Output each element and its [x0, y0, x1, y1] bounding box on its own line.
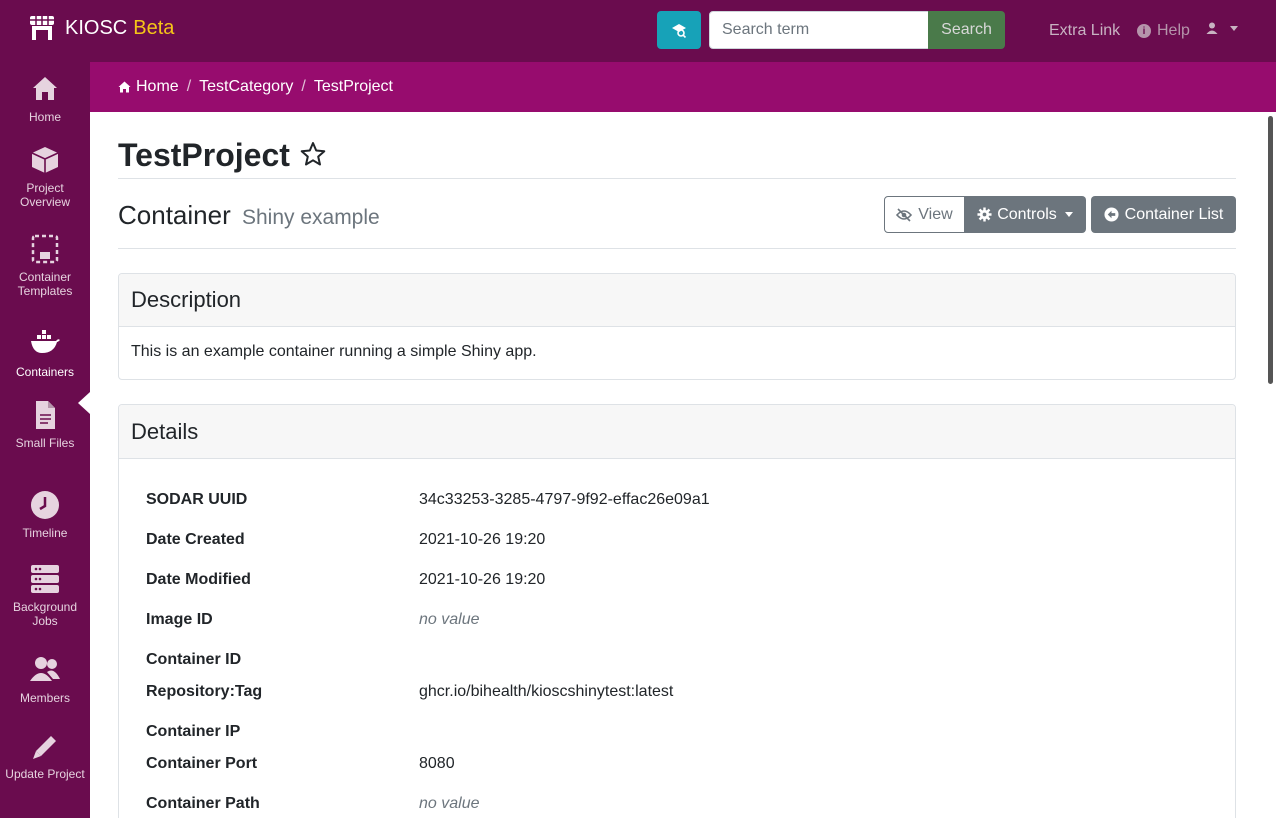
controls-dropdown-button[interactable]: Controls [964, 196, 1086, 233]
details-card: Details [118, 404, 1236, 818]
sidebar-item-update-project[interactable]: Update Project [0, 731, 90, 781]
pencil-icon [33, 736, 56, 759]
store-logo-icon [30, 16, 54, 40]
description-card-body: This is an example container running a s… [119, 327, 1235, 361]
detail-value-image-id: no value [419, 611, 480, 628]
sidebar-item-container-templates[interactable]: Container Templates [0, 234, 90, 298]
detail-label-container-id: Container ID [146, 651, 242, 668]
sidebar-item-project-overview[interactable]: Project Overview [0, 145, 90, 209]
detail-label-sodar-uuid: SODAR UUID [146, 491, 248, 508]
template-icon [31, 234, 59, 264]
breadcrumb-separator: / [186, 78, 192, 95]
star-icon[interactable] [300, 141, 326, 167]
user-icon [1206, 22, 1218, 34]
divider [118, 248, 1236, 249]
detail-label-container-path: Container Path [146, 795, 260, 812]
brand-beta-badge: Beta [133, 16, 175, 39]
search-book-icon [672, 24, 687, 38]
detail-value-container-path: no value [419, 795, 480, 812]
detail-value-repository-tag: ghcr.io/bihealth/kioscshinytest:latest [419, 683, 674, 700]
description-card-header: Description [119, 274, 1235, 327]
server-icon [31, 565, 59, 593]
sidebar-item-label: Container Templates [17, 270, 73, 298]
search-input[interactable] [709, 11, 929, 49]
breadcrumb-separator: / [301, 78, 306, 95]
sidebar-item-label: Containers [15, 365, 75, 379]
detail-value-date-modified: 2021-10-26 19:20 [419, 571, 546, 588]
eye-slash-icon [896, 207, 913, 222]
details-card-title: Details [131, 418, 199, 444]
controls-label: Controls [997, 205, 1057, 223]
user-dropdown[interactable] [1206, 22, 1238, 34]
help-link[interactable]: i Help [1137, 22, 1190, 40]
docker-icon [31, 330, 60, 353]
sidebar-item-label: Background Jobs [12, 600, 78, 628]
sidebar: Home Project Overview Container Template… [0, 62, 90, 818]
chevron-down-icon [1230, 25, 1238, 31]
section-title-text: Container [118, 200, 231, 230]
file-icon [36, 401, 55, 429]
clock-icon [31, 491, 59, 519]
detail-label-date-created: Date Created [146, 531, 245, 548]
advanced-search-button[interactable] [657, 11, 701, 49]
container-list-button[interactable]: Container List [1091, 196, 1236, 233]
breadcrumb: Home / TestCategory / TestProject [90, 62, 1276, 112]
sidebar-item-background-jobs[interactable]: Background Jobs [0, 564, 90, 628]
cube-icon [31, 147, 59, 173]
sidebar-item-timeline[interactable]: Timeline [0, 490, 90, 540]
active-indicator [78, 392, 90, 414]
breadcrumb-project[interactable]: TestProject [314, 78, 393, 96]
divider [118, 178, 1236, 179]
detail-value-container-port: 8080 [419, 755, 455, 772]
detail-label-image-id: Image ID [146, 611, 213, 628]
sidebar-item-members[interactable]: Members [0, 655, 90, 705]
gear-icon [977, 207, 992, 222]
container-list-label: Container List [1124, 205, 1224, 223]
detail-label-container-port: Container Port [146, 755, 258, 772]
description-card: Description This is an example container… [118, 273, 1236, 380]
sidebar-item-home[interactable]: Home [0, 74, 90, 124]
sidebar-item-label: Members [19, 691, 70, 705]
users-icon [30, 657, 60, 681]
details-card-header: Details [119, 405, 1235, 459]
description-text: This is an example container running a s… [131, 343, 537, 360]
arrow-circle-left-icon [1104, 207, 1119, 222]
home-icon [118, 81, 131, 93]
sidebar-item-label: Project Overview [19, 181, 70, 209]
sidebar-item-containers[interactable]: Containers [0, 329, 90, 379]
brand-link[interactable]: KIOSC Beta [28, 13, 174, 43]
brand-name: KIOSC [65, 16, 128, 39]
detail-label-date-modified: Date Modified [146, 571, 251, 588]
scrollbar-thumb[interactable] [1268, 116, 1273, 384]
sidebar-item-small-files[interactable]: Small Files [0, 400, 90, 450]
sidebar-item-label: Timeline [22, 526, 68, 540]
description-card-title: Description [131, 287, 242, 312]
detail-value-sodar-uuid: 34c33253-3285-4797-9f92-effac26e09a1 [419, 491, 710, 508]
chevron-down-icon [1064, 212, 1073, 217]
top-navbar: KIOSC Beta Search Extra Link i Help [0, 0, 1276, 62]
breadcrumb-home[interactable]: Home [136, 78, 179, 96]
detail-value-date-created: 2021-10-26 19:20 [419, 531, 546, 548]
view-label: View [918, 205, 953, 223]
page-title: TestProject [118, 137, 290, 173]
breadcrumb-category[interactable]: TestCategory [199, 78, 293, 96]
detail-label-container-ip: Container IP [146, 723, 241, 740]
sidebar-item-label: Update Project [5, 767, 85, 781]
sidebar-item-label: Home [28, 110, 61, 124]
section-subtitle: Shiny example [241, 206, 380, 229]
section-title: Container Shiny example [118, 200, 380, 231]
view-button[interactable]: View [884, 196, 965, 233]
home-icon [33, 77, 57, 100]
extra-link[interactable]: Extra Link [1049, 22, 1120, 40]
detail-label-repository-tag: Repository:Tag [146, 683, 263, 700]
search-button[interactable]: Search [928, 11, 1005, 49]
info-icon: i [1137, 24, 1151, 38]
sidebar-item-label: Small Files [15, 436, 75, 450]
help-label: Help [1157, 22, 1190, 39]
